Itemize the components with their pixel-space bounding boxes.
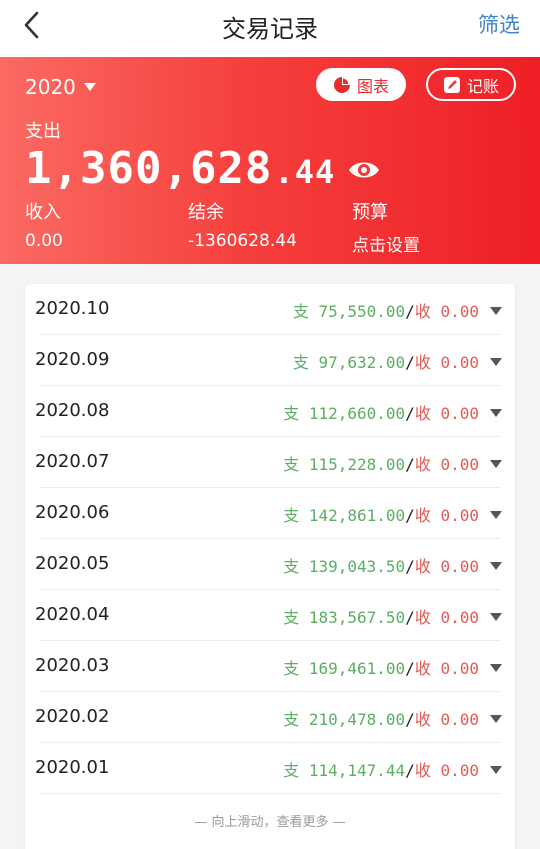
- expand-arrow-icon[interactable]: [490, 307, 502, 315]
- expense-total: 1,360,628 .44: [25, 143, 335, 194]
- expand-arrow-icon[interactable]: [490, 409, 502, 417]
- expand-arrow-icon[interactable]: [490, 562, 502, 570]
- month-summary: 支 115,228.00/收 0.00: [283, 455, 479, 474]
- expense-total-dec: .44: [274, 153, 336, 191]
- month-summary: 支 139,043.50/收 0.00: [283, 557, 479, 576]
- month-row[interactable]: 2020.05 支 139,043.50/收 0.00: [25, 539, 515, 590]
- chart-button[interactable]: 图表: [316, 68, 406, 101]
- filter-button[interactable]: 筛选: [478, 9, 520, 39]
- budget-label: 预算: [352, 202, 388, 223]
- month-summary: 支 112,660.00/收 0.00: [283, 404, 479, 423]
- income-value: 0.00: [25, 231, 63, 251]
- nav-bar: 交易记录 筛选: [0, 0, 540, 57]
- month-row[interactable]: 2020.04 支 183,567.50/收 0.00: [25, 590, 515, 641]
- expand-arrow-icon[interactable]: [490, 613, 502, 621]
- month-row[interactable]: 2020.03 支 169,461.00/收 0.00: [25, 641, 515, 692]
- load-more-hint: — 向上滑动，查看更多 —: [194, 815, 346, 830]
- expand-arrow-icon[interactable]: [490, 358, 502, 366]
- balance-value: -1360628.44: [188, 231, 297, 251]
- month-summary: 支 169,461.00/收 0.00: [283, 659, 479, 678]
- month-date: 2020.02: [35, 706, 110, 727]
- pie-chart-icon: [333, 76, 350, 93]
- month-date: 2020.05: [35, 553, 110, 574]
- month-row[interactable]: 2020.09 支 97,632.00/收 0.00: [25, 335, 515, 386]
- bookkeeping-button-label: 记账: [466, 76, 499, 96]
- expand-arrow-icon[interactable]: [490, 715, 502, 723]
- expand-arrow-icon[interactable]: [490, 460, 502, 468]
- summary-header: 2020 图表 记账 支出 1,360,628 .44 收入 结余 预算 0.0…: [0, 57, 540, 264]
- month-row[interactable]: 2020.10 支 75,550.00/收 0.00: [25, 284, 515, 335]
- year-label: 2020: [25, 75, 76, 99]
- expense-label: 支出: [25, 121, 61, 142]
- expand-arrow-icon[interactable]: [490, 766, 502, 774]
- month-date: 2020.03: [35, 655, 110, 676]
- month-summary: 支 142,861.00/收 0.00: [283, 506, 479, 525]
- budget-setup-link[interactable]: 点击设置: [352, 231, 420, 256]
- month-date: 2020.01: [35, 757, 110, 778]
- income-label: 收入: [25, 202, 61, 223]
- month-summary: 支 97,632.00/收 0.00: [292, 353, 479, 372]
- month-date: 2020.09: [35, 349, 110, 370]
- eye-icon[interactable]: [347, 157, 381, 183]
- month-date: 2020.04: [35, 604, 110, 625]
- month-row[interactable]: 2020.06 支 142,861.00/收 0.00: [25, 488, 515, 539]
- month-row[interactable]: 2020.08 支 112,660.00/收 0.00: [25, 386, 515, 437]
- page-title: 交易记录: [222, 15, 318, 43]
- caret-down-icon: [83, 83, 96, 91]
- month-date: 2020.10: [35, 298, 110, 319]
- monthly-list: 2020.10 支 75,550.00/收 0.00 2020.09 支 97,…: [25, 284, 515, 849]
- month-date: 2020.07: [35, 451, 110, 472]
- month-summary: 支 114,147.44/收 0.00: [283, 761, 479, 780]
- month-summary: 支 210,478.00/收 0.00: [283, 710, 479, 729]
- month-row[interactable]: 2020.07 支 115,228.00/收 0.00: [25, 437, 515, 488]
- month-summary: 支 75,550.00/收 0.00: [292, 302, 479, 321]
- expand-arrow-icon[interactable]: [490, 664, 502, 672]
- expense-total-int: 1,360,628: [25, 143, 273, 194]
- chart-button-label: 图表: [356, 76, 389, 96]
- balance-label: 结余: [188, 202, 224, 223]
- month-row[interactable]: 2020.02 支 210,478.00/收 0.00: [25, 692, 515, 743]
- year-selector[interactable]: 2020: [25, 75, 96, 99]
- month-summary: 支 183,567.50/收 0.00: [283, 608, 479, 627]
- edit-icon: [443, 76, 460, 93]
- divider: [40, 793, 500, 794]
- month-row[interactable]: 2020.01 支 114,147.44/收 0.00: [25, 743, 515, 794]
- expand-arrow-icon[interactable]: [490, 511, 502, 519]
- month-date: 2020.06: [35, 502, 110, 523]
- month-date: 2020.08: [35, 400, 110, 421]
- bookkeeping-button[interactable]: 记账: [426, 68, 516, 101]
